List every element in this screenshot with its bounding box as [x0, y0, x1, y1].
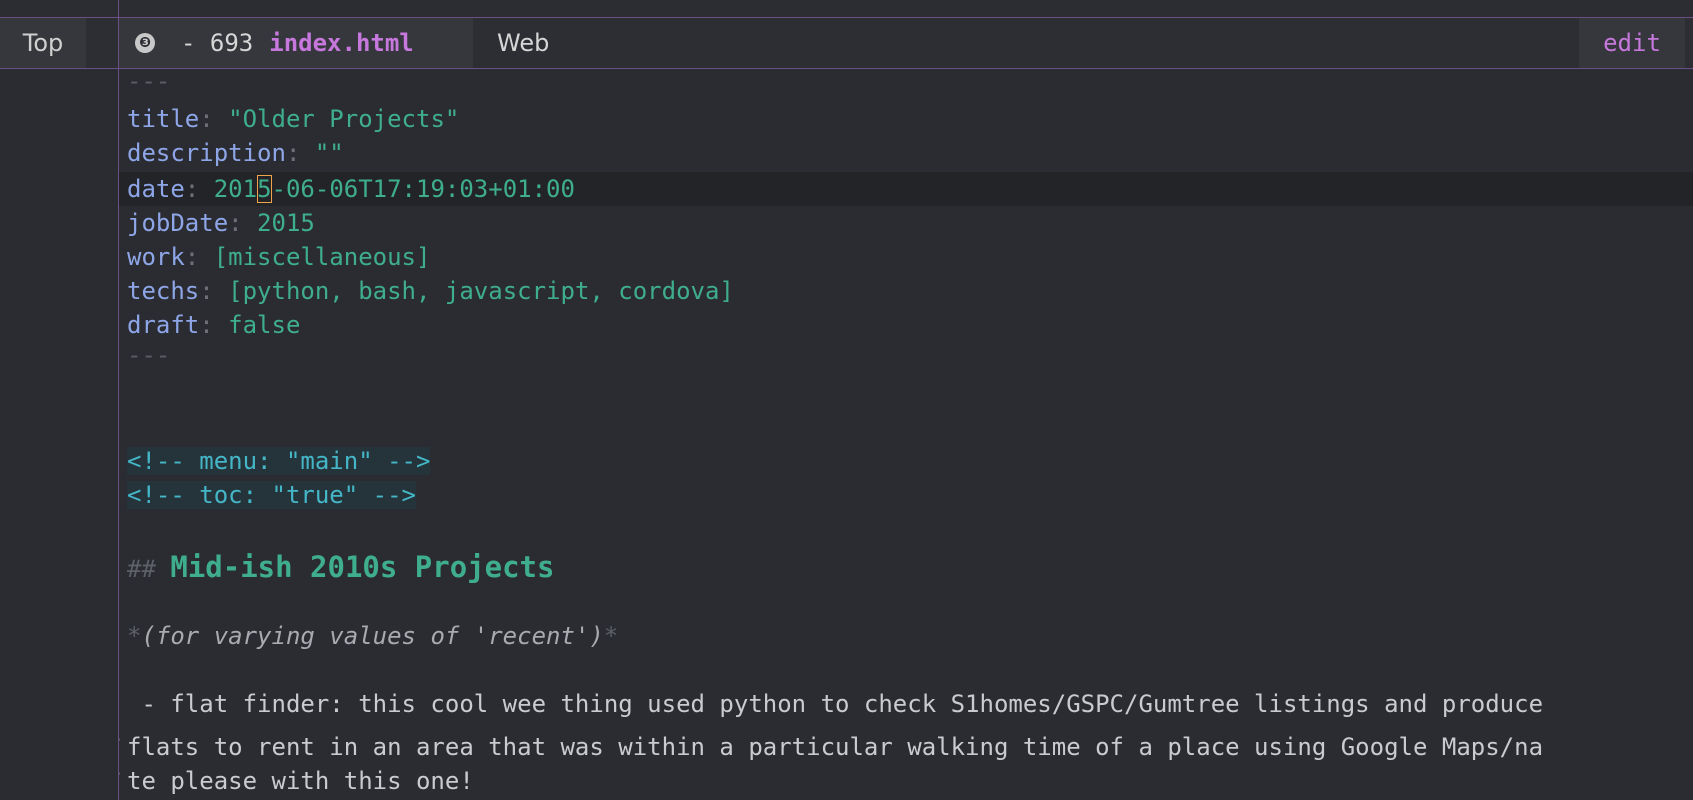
- mode-line: Top ❸ - 693 index.html Web edit: [0, 18, 1693, 69]
- wrapped-line-continuation: ↳flats to rent in an area that was withi…: [119, 721, 1543, 761]
- heading-text: Mid-ish 2010s Projects: [170, 550, 555, 584]
- evil-state-indicator: edit: [1579, 18, 1685, 68]
- frontmatter-close-delimiter: ---: [127, 341, 171, 369]
- html-comment-menu: <!-- menu: "main" -->: [127, 447, 431, 475]
- frame-top-strip: [0, 0, 1693, 18]
- text-cursor: 5: [257, 175, 272, 203]
- wrap-indicator-icon: ↳: [119, 721, 127, 755]
- line-count: - 693: [181, 29, 254, 57]
- frontmatter-techs-line: techs: [python, bash, javascript, cordov…: [127, 277, 734, 305]
- frontmatter-open-delimiter: ---: [127, 68, 171, 95]
- window-number-badge: ❸: [135, 33, 155, 53]
- wrapped-line-continuation: ↳te please with this one!: [119, 755, 474, 795]
- frontmatter-title-line: title: "Older Projects": [127, 105, 460, 133]
- frontmatter-work-line: work: [miscellaneous]: [127, 243, 431, 271]
- wrap-indicator-icon: ↳: [119, 755, 127, 789]
- italic-subtitle-line: *(for varying values of 'recent')*: [127, 622, 619, 650]
- frontmatter-jobdate-line: jobDate: 2015: [127, 209, 315, 237]
- markdown-heading: ## Mid-ish 2010s Projects: [127, 548, 554, 586]
- html-comment-toc: <!-- toc: "true" -->: [127, 481, 416, 509]
- major-mode-name[interactable]: Web: [497, 18, 549, 68]
- buffer-identification[interactable]: ❸ - 693 index.html: [119, 18, 473, 68]
- buffer-position-indicator: Top: [0, 18, 86, 68]
- editor-buffer[interactable]: --- title: "Older Projects" description:…: [119, 68, 1693, 800]
- buffer-filename[interactable]: index.html: [269, 29, 414, 57]
- frontmatter-description-line: description: "": [127, 139, 344, 167]
- list-item-line: - flat finder: this cool wee thing used …: [127, 690, 1544, 718]
- frontmatter-date-line: date: 2015-06-06T17:19:03+01:00: [127, 175, 575, 203]
- frontmatter-draft-line: draft: false: [127, 311, 301, 339]
- heading-marker: ##: [127, 555, 171, 583]
